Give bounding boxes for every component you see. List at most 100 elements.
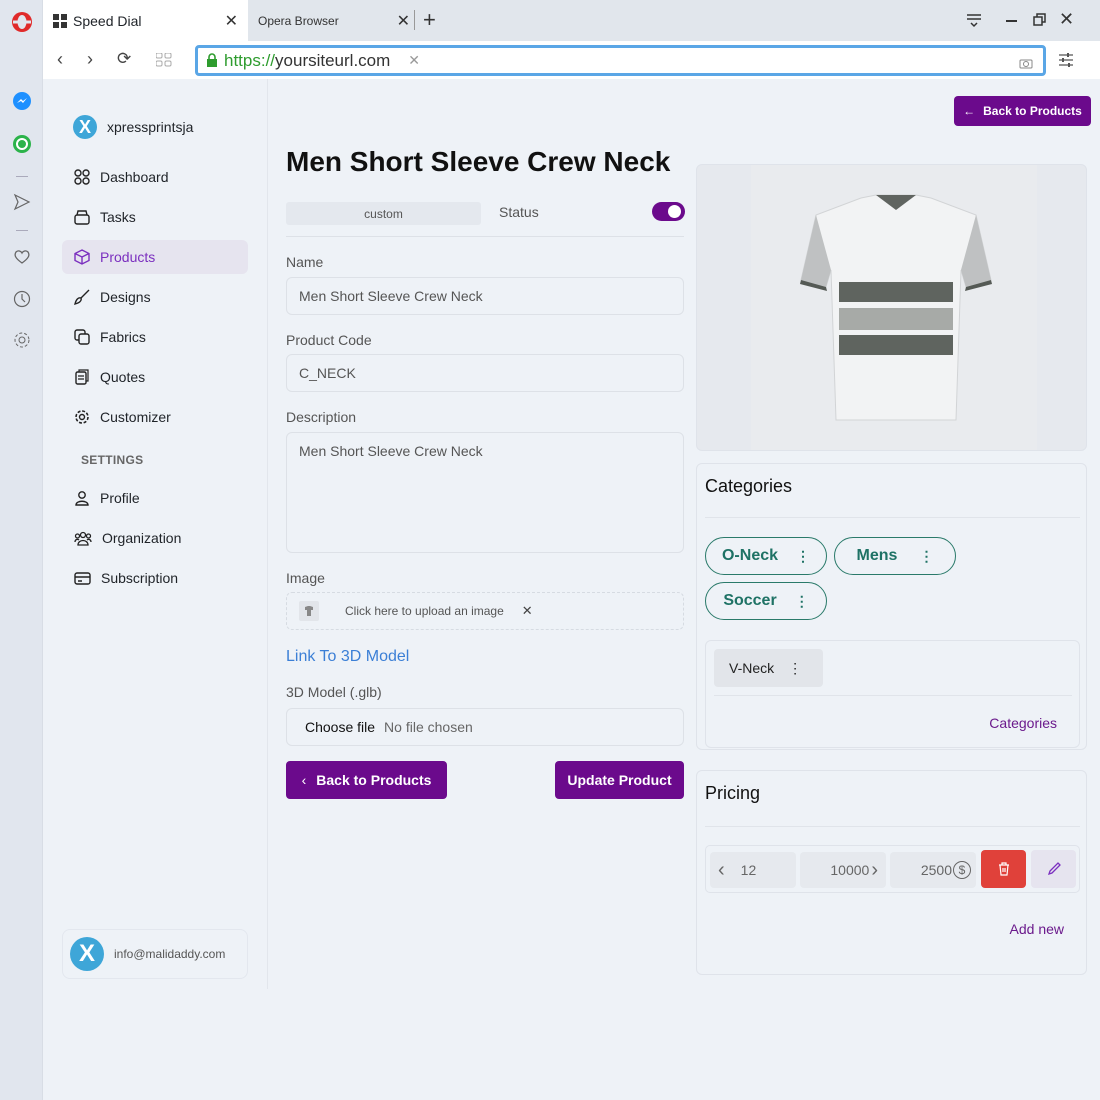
history-icon[interactable] bbox=[10, 287, 34, 311]
new-tab-icon[interactable]: + bbox=[423, 7, 436, 33]
user-icon bbox=[75, 491, 89, 506]
messenger-icon[interactable] bbox=[10, 89, 34, 113]
button-label: Back to Products bbox=[316, 772, 432, 788]
close-tab-icon[interactable]: ✕ bbox=[397, 11, 410, 31]
close-tab-icon[interactable]: ✕ bbox=[225, 11, 238, 31]
minimize-icon[interactable] bbox=[1006, 20, 1017, 22]
sidebar-item-label: Tasks bbox=[100, 209, 136, 225]
easy-setup-icon[interactable] bbox=[1058, 53, 1074, 72]
price-cell[interactable]: 2500 $ bbox=[890, 852, 976, 888]
model-label: 3D Model (.glb) bbox=[286, 684, 382, 700]
more-vertical-icon[interactable]: ⋮ bbox=[919, 548, 933, 565]
max-qty: 10000 bbox=[830, 862, 870, 878]
heart-icon[interactable] bbox=[10, 245, 34, 269]
model-file-input[interactable]: Choose file No file chosen bbox=[286, 708, 684, 746]
chip-label: Mens bbox=[856, 547, 898, 564]
product-code-input[interactable]: C_NECK bbox=[286, 354, 684, 392]
tab-label: Opera Browser bbox=[258, 13, 339, 28]
pricing-heading: Pricing bbox=[705, 783, 761, 803]
max-qty-cell[interactable]: 10000 › bbox=[800, 852, 886, 888]
sidebar-item-profile[interactable]: Profile bbox=[62, 481, 248, 515]
min-qty: 12 bbox=[740, 862, 757, 878]
link-to-3d-model[interactable]: Link To 3D Model bbox=[286, 648, 409, 666]
users-icon bbox=[74, 531, 92, 546]
brand[interactable]: X xpressprintsja bbox=[73, 115, 193, 139]
forward-nav-icon[interactable]: › bbox=[87, 49, 93, 70]
image-upload[interactable]: Click here to upload an image ✕ bbox=[286, 592, 684, 630]
sidebar-item-label: Quotes bbox=[100, 369, 146, 385]
whatsapp-icon[interactable] bbox=[10, 132, 34, 156]
categories-card: Categories O-Neck ⋮ Mens ⋮ Soccer ⋮ V-Neck … bbox=[696, 463, 1087, 750]
edit-price-button[interactable] bbox=[1031, 850, 1076, 888]
settings-icon[interactable] bbox=[10, 328, 34, 352]
tab-menu-icon[interactable] bbox=[966, 11, 982, 34]
chevron-right-icon: › bbox=[871, 858, 878, 881]
send-icon[interactable] bbox=[10, 190, 34, 214]
chip-label: Soccer bbox=[723, 592, 777, 609]
close-window-icon[interactable]: ✕ bbox=[1059, 9, 1074, 30]
url-input[interactable]: https://yoursiteurl.com ✕ bbox=[195, 45, 1046, 76]
button-label: Update Product bbox=[567, 772, 672, 788]
category-chip[interactable]: Mens ⋮ bbox=[834, 537, 956, 575]
sidebar-item-label: Designs bbox=[100, 289, 151, 305]
sidebar-item-label: Products bbox=[100, 249, 156, 265]
delete-price-button[interactable] bbox=[981, 850, 1026, 888]
price: 2500 bbox=[920, 862, 952, 878]
sidebar-item-label: Customizer bbox=[100, 409, 171, 425]
sidebar-item-tasks[interactable]: Tasks bbox=[62, 200, 248, 234]
more-vertical-icon[interactable]: ⋮ bbox=[788, 660, 802, 677]
category-chip[interactable]: O-Neck ⋮ bbox=[705, 537, 827, 575]
restore-icon[interactable] bbox=[1033, 13, 1047, 32]
add-new-price-link[interactable]: Add new bbox=[1010, 921, 1064, 937]
update-product-button[interactable]: Update Product bbox=[555, 761, 684, 799]
name-input[interactable]: Men Short Sleeve Crew Neck bbox=[286, 277, 684, 315]
reload-icon[interactable]: ⟳ bbox=[117, 49, 131, 69]
back-nav-icon[interactable]: ‹ bbox=[57, 49, 63, 70]
sidebar-item-dashboard[interactable]: Dashboard bbox=[62, 160, 248, 194]
more-vertical-icon[interactable]: ⋮ bbox=[795, 593, 809, 610]
tray-icon bbox=[74, 210, 90, 225]
settings-heading: SETTINGS bbox=[81, 453, 144, 467]
tab-speed-dial[interactable]: Speed Dial ✕ bbox=[43, 0, 248, 41]
sidebar-item-quotes[interactable]: Quotes bbox=[62, 360, 248, 394]
tab-opera-browser[interactable]: Opera Browser ✕ bbox=[258, 0, 418, 41]
chip-label: O-Neck bbox=[721, 547, 779, 564]
more-vertical-icon[interactable]: ⋮ bbox=[796, 548, 810, 565]
available-category-item[interactable]: V-Neck ⋮ bbox=[714, 649, 823, 687]
sidebar-item-fabrics[interactable]: Fabrics bbox=[62, 320, 248, 354]
remove-image-icon[interactable]: ✕ bbox=[522, 603, 533, 619]
speed-dial-grid-icon bbox=[53, 13, 67, 28]
no-file-text: No file chosen bbox=[384, 719, 473, 735]
sidebar-item-customizer[interactable]: Customizer bbox=[62, 400, 248, 434]
sidebar-item-organization[interactable]: Organization bbox=[62, 521, 248, 555]
speed-dial-icon[interactable] bbox=[155, 52, 172, 72]
description-value: Men Short Sleeve Crew Neck bbox=[299, 443, 483, 459]
user-account[interactable]: X info@malidaddy.com bbox=[62, 929, 248, 979]
opera-logo-icon[interactable] bbox=[10, 10, 34, 34]
min-qty-cell[interactable]: ‹ 12 bbox=[710, 852, 796, 888]
category-chip[interactable]: Soccer ⋮ bbox=[705, 582, 827, 620]
chevron-left-icon: ‹ bbox=[301, 772, 307, 788]
button-label: Back to Products bbox=[983, 104, 1082, 118]
categories-link[interactable]: Categories bbox=[989, 715, 1057, 731]
sidebar-item-designs[interactable]: Designs bbox=[62, 280, 248, 314]
lock-icon bbox=[207, 53, 217, 67]
choose-file-button[interactable]: Choose file bbox=[305, 719, 375, 735]
top-back-to-products-button[interactable]: ← Back to Products bbox=[954, 96, 1091, 126]
grid-icon bbox=[74, 169, 90, 185]
status-toggle[interactable] bbox=[652, 202, 685, 221]
cube-icon bbox=[74, 249, 90, 265]
snapshot-icon[interactable] bbox=[1019, 54, 1033, 74]
description-textarea[interactable]: Men Short Sleeve Crew Neck bbox=[286, 432, 684, 553]
product-image-card bbox=[696, 164, 1087, 451]
sidebar-item-products[interactable]: Products bbox=[62, 240, 248, 274]
description-label: Description bbox=[286, 409, 357, 425]
categories-heading: Categories bbox=[705, 476, 793, 496]
back-to-products-button[interactable]: ‹ Back to Products bbox=[286, 761, 447, 799]
sidebar-item-subscription[interactable]: Subscription bbox=[62, 561, 248, 595]
clear-url-icon[interactable]: ✕ bbox=[408, 52, 420, 69]
url-scheme: https:// bbox=[224, 50, 276, 70]
address-bar: ‹ › ⟳ https://yoursiteurl.com ✕ bbox=[43, 41, 1100, 79]
sidebar-item-label: Profile bbox=[100, 490, 140, 506]
brand-logo-icon: X bbox=[73, 115, 97, 139]
